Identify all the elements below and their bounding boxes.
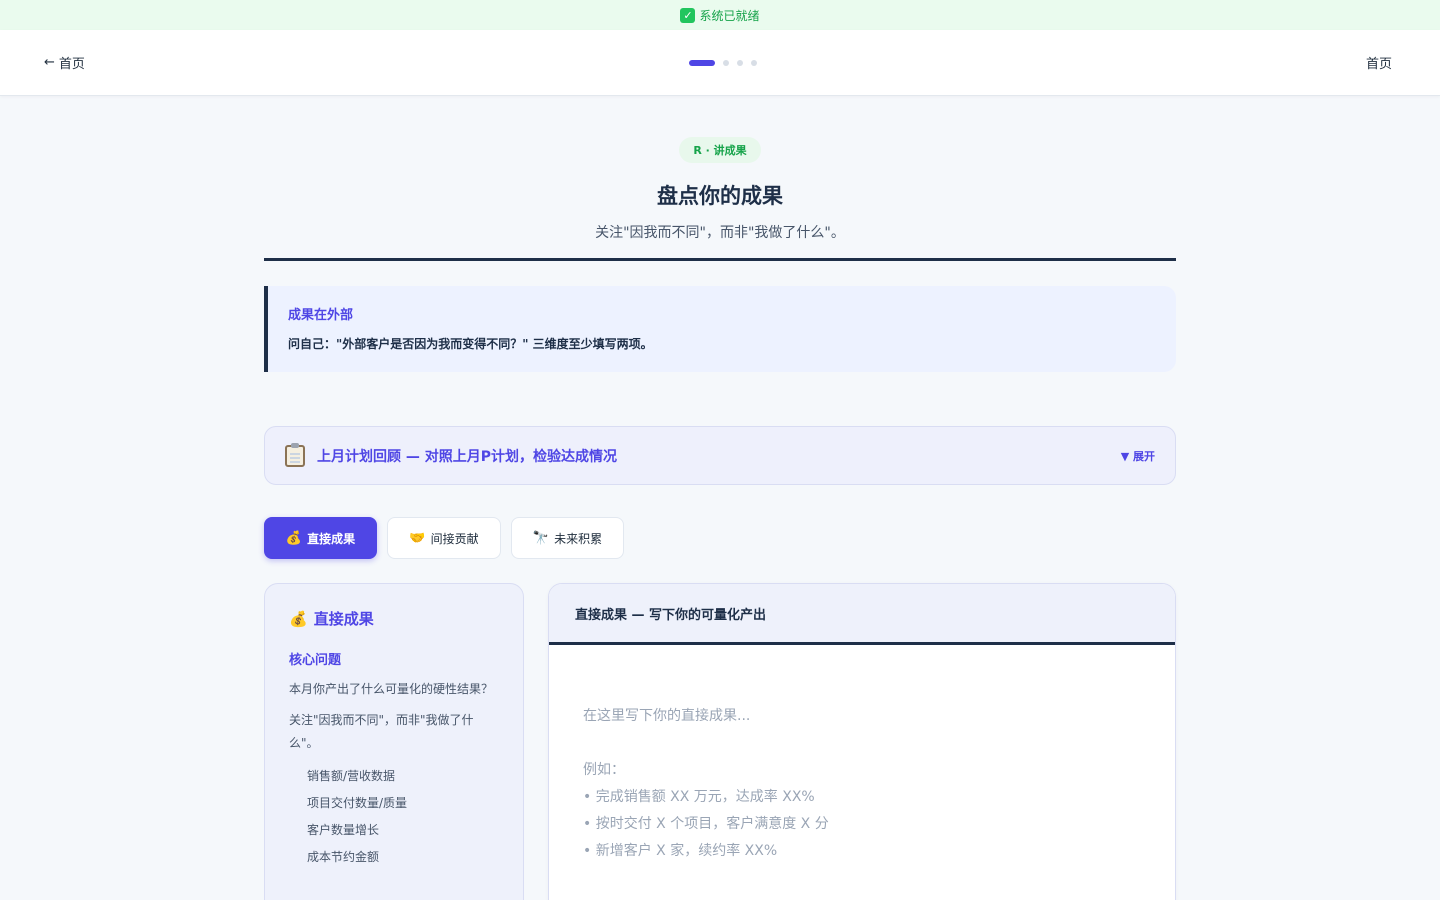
list-item: 销售额/营收数据: [307, 769, 396, 783]
arrow-left-icon: ←: [44, 55, 55, 70]
tab-future-accumulation[interactable]: 🔭 未来积累: [511, 517, 624, 559]
guidance-question: 本月你产出了什么可量化的硬性结果？: [289, 682, 494, 696]
list-item: 成本节约金额: [307, 850, 380, 864]
list-item: 项目交付数量/质量: [307, 796, 408, 810]
back-home-label: 首页: [58, 57, 85, 72]
direct-results-textarea[interactable]: [549, 645, 1175, 900]
tab-indirect-contributions[interactable]: 🤝 间接贡献: [387, 517, 501, 559]
callout-body: 问自己："外部客户是否因为我而变得不同？" 三维度至少填写两项。: [288, 337, 653, 351]
step-dot-1: [689, 60, 715, 66]
step-dot-3: [737, 60, 743, 66]
step-dot-2: [723, 60, 729, 66]
clipboard-icon: [285, 442, 305, 467]
check-icon: ✓: [680, 7, 696, 23]
handshake-icon: 🤝: [409, 530, 426, 546]
status-text: 系统已就绪: [699, 8, 760, 23]
guidance-title: 💰 直接成果: [289, 609, 374, 629]
tab-label: 直接成果: [307, 531, 356, 546]
guidance-note: 关注"因我而不同"，而非"我做了什么"。: [289, 713, 474, 750]
tab-direct-results[interactable]: 💰 直接成果: [264, 517, 377, 559]
tab-label: 未来积累: [554, 531, 603, 546]
editor-header: 直接成果 — 写下你的可量化产出: [549, 584, 1175, 645]
money-bag-icon: 💰: [285, 530, 303, 546]
list-item: 客户数量增长: [307, 823, 380, 837]
status-bar: ✓ 系统已就绪: [0, 0, 1440, 30]
expand-button[interactable]: ▼ 展开: [1121, 448, 1155, 464]
page-title: 盘点你的成果: [657, 184, 783, 208]
editor-card: 直接成果 — 写下你的可量化产出: [548, 583, 1176, 900]
telescope-icon: 🔭: [532, 530, 550, 546]
review-title: 上月计划回顾 — 对照上月P计划，检验达成情况: [317, 448, 618, 465]
home-link[interactable]: 首页: [1366, 53, 1392, 72]
step-badge: R · 讲成果: [679, 137, 761, 163]
money-bag-icon: 💰: [289, 609, 308, 628]
guidance-card: 💰 直接成果 核心问题 本月你产出了什么可量化的硬性结果？ 关注"因我而不同"，…: [264, 583, 524, 900]
guidance-examples: 销售额/营收数据 项目交付数量/质量 客户数量增长 成本节约金额: [289, 763, 499, 871]
guidance-subtitle: 核心问题: [289, 653, 342, 668]
step-dot-4: [751, 60, 757, 66]
tab-label: 间接贡献: [430, 531, 479, 546]
callout-title: 成果在外部: [288, 308, 354, 323]
step-progress-indicator: [689, 60, 765, 66]
last-month-review-toggle[interactable]: 上月计划回顾 — 对照上月P计划，检验达成情况 ▼ 展开: [264, 426, 1176, 485]
top-navigation: ← 首页 首页: [0, 30, 1440, 96]
tip-callout: 成果在外部 问自己："外部客户是否因为我而变得不同？" 三维度至少填写两项。: [264, 286, 1176, 372]
back-home-link[interactable]: ← 首页: [44, 53, 85, 72]
page-subtitle: 关注"因我而不同"，而非"我做了什么"。: [595, 225, 845, 241]
title-divider: [264, 258, 1176, 261]
